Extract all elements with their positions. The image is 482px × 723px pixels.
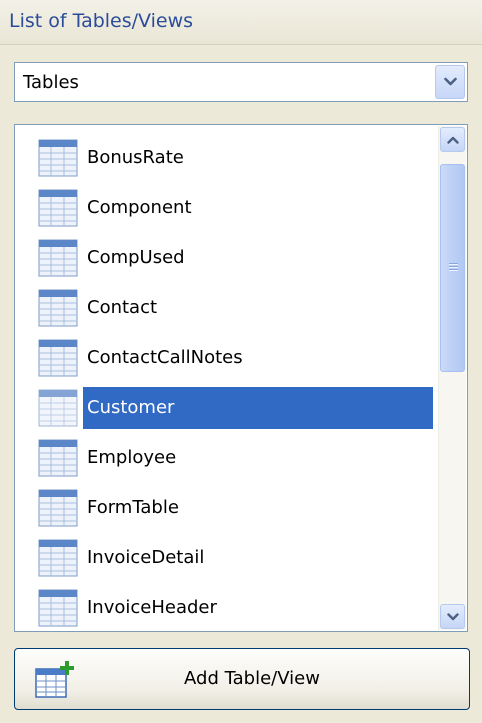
- add-table-view-label: Add Table/View: [184, 668, 320, 689]
- list-item-label: ContactCallNotes: [87, 347, 243, 368]
- list-item-label: InvoiceDetail: [87, 547, 205, 568]
- list-item[interactable]: Contact: [15, 283, 439, 333]
- object-type-combobox[interactable]: Tables: [14, 62, 468, 102]
- panel-title: List of Tables/Views: [9, 10, 194, 32]
- tables-listbox[interactable]: BonusRate Component CompUsed Contact Contact…: [14, 124, 468, 632]
- list-item-label: Employee: [87, 447, 177, 468]
- list-item-label: BonusRate: [87, 147, 184, 168]
- list-item[interactable]: InvoiceDetail: [15, 533, 439, 583]
- table-icon: [38, 339, 78, 377]
- scroll-up-button[interactable]: [440, 127, 465, 152]
- scroll-up-icon: [447, 136, 459, 144]
- list-item-label: Contact: [87, 297, 158, 318]
- list-item-label: Customer: [83, 387, 433, 429]
- vertical-scrollbar[interactable]: [438, 126, 466, 630]
- tables-views-panel: List of Tables/Views Tables BonusRate Com…: [0, 0, 482, 723]
- list-item[interactable]: ContactCallNotes: [15, 333, 439, 383]
- table-icon: [38, 189, 78, 227]
- scrollbar-thumb[interactable]: [440, 164, 465, 372]
- list-item-label: CompUsed: [87, 247, 185, 268]
- table-icon: [38, 289, 78, 327]
- chevron-down-icon: [444, 77, 457, 86]
- table-icon: [38, 239, 78, 277]
- list-item[interactable]: Employee: [15, 433, 439, 483]
- table-icon: [38, 139, 78, 177]
- list-item[interactable]: InvoiceHeader: [15, 583, 439, 631]
- tables-list: BonusRate Component CompUsed Contact Contact…: [15, 133, 439, 631]
- list-item-label: InvoiceHeader: [87, 597, 217, 618]
- add-table-view-button[interactable]: Add Table/View: [14, 648, 470, 710]
- panel-header: List of Tables/Views: [0, 0, 482, 45]
- table-icon: [38, 589, 78, 627]
- table-icon: [38, 539, 78, 577]
- list-item[interactable]: Component: [15, 183, 439, 233]
- list-item[interactable]: BonusRate: [15, 133, 439, 183]
- list-item-label: Component: [87, 197, 192, 218]
- object-type-selected-value: Tables: [23, 72, 79, 93]
- list-item[interactable]: FormTable: [15, 483, 439, 533]
- scroll-down-icon: [447, 613, 459, 621]
- list-item[interactable]: Customer: [15, 383, 439, 433]
- grip-icon: [449, 263, 458, 272]
- table-icon: [38, 489, 78, 527]
- list-item-label: FormTable: [87, 497, 179, 518]
- scroll-down-button[interactable]: [440, 604, 465, 629]
- table-icon: [38, 439, 78, 477]
- list-item[interactable]: CompUsed: [15, 233, 439, 283]
- combobox-dropdown-button[interactable]: [435, 65, 465, 99]
- table-icon: [38, 389, 78, 427]
